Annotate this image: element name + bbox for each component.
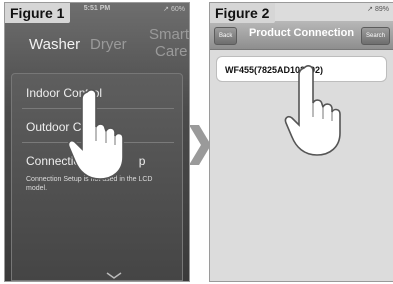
chevron-down-icon[interactable] [104, 270, 124, 280]
tab-smart-care-line2[interactable]: Care [155, 43, 188, 60]
figure-2-label: Figure 2 [210, 3, 276, 23]
navigation-bar: Back Product Connection Search [210, 21, 393, 50]
pointing-hand-icon [67, 89, 124, 180]
menu-item-connection-tail: p [138, 154, 146, 168]
figure-1-label: Figure 1 [5, 3, 71, 23]
search-button[interactable]: Search [360, 27, 390, 45]
tab-dryer[interactable]: Dryer [90, 36, 127, 53]
battery-indicator: ↗ 89% [367, 6, 389, 13]
figure-1-panel: Figure 1 5:51 PM ↗ 60% Washer Dryer Smar… [4, 2, 190, 282]
figure-2-panel: Figure 2 ↗ 89% Back Product Connection S… [209, 2, 393, 282]
tab-smart-care-line1[interactable]: Smart [149, 26, 189, 43]
battery-indicator: ↗ 60% [163, 6, 185, 13]
tab-bar: Washer Dryer Smart Care [5, 25, 189, 65]
tab-washer[interactable]: Washer [29, 36, 80, 53]
pointing-hand-icon [284, 65, 341, 156]
arrow-right-icon [189, 125, 211, 165]
